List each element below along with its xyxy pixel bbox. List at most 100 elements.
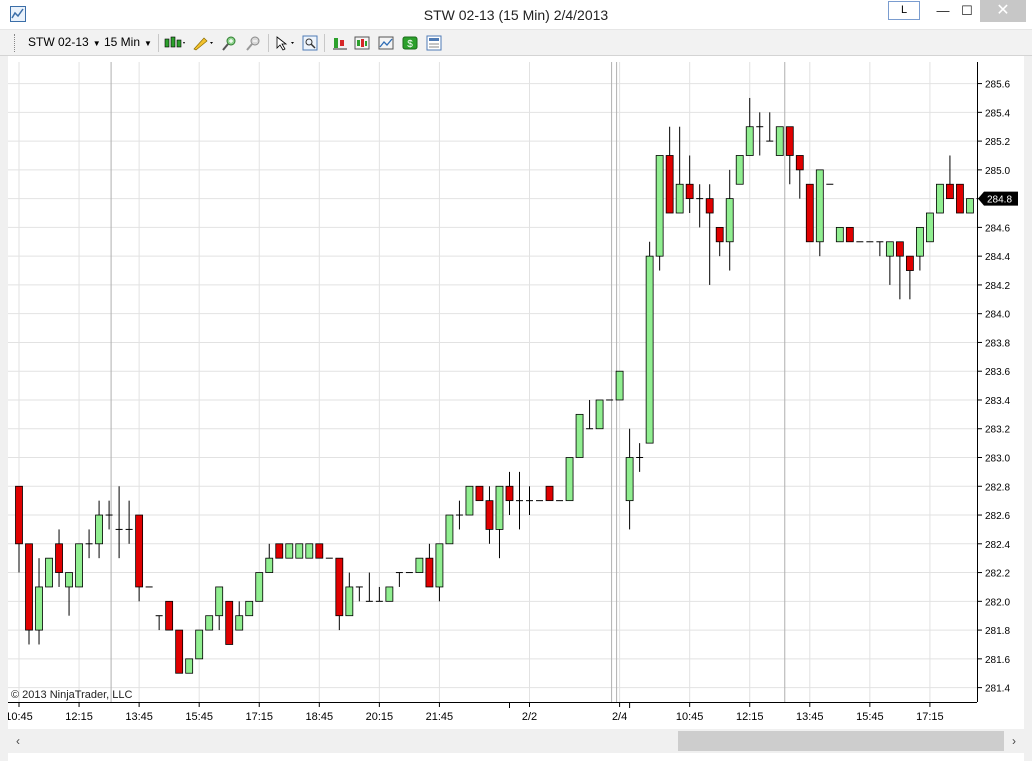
layout-icon[interactable] [426, 35, 442, 51]
candlestick [135, 514, 144, 602]
price-axis[interactable]: 285.6 285.4 285.2 285.0 284.8 284.6 284.4 284.2… [977, 62, 1024, 702]
candle-body [595, 399, 604, 430]
candle-body [575, 413, 584, 458]
candlestick [465, 485, 474, 516]
properties-icon[interactable] [302, 35, 318, 51]
candlestick [485, 486, 494, 544]
candle-body [315, 543, 324, 559]
time-tick-label: 17:15 [916, 711, 944, 723]
candlestick [795, 155, 804, 199]
candle-body [445, 514, 454, 545]
time-tick-label: 10:45 [8, 711, 33, 723]
candlestick [785, 126, 794, 185]
candle-body [845, 226, 854, 243]
candle-body [465, 485, 474, 516]
price-tick-label: 282.8 [985, 482, 1010, 493]
scroll-left-button[interactable]: ‹ [10, 731, 26, 751]
candlestick [936, 183, 944, 214]
candle-body [45, 557, 53, 588]
instrument-dropdown[interactable]: STW 02-13 ▼ [28, 35, 101, 49]
candle-body [65, 572, 73, 588]
interval-dropdown[interactable]: 15 Min ▼ [104, 35, 152, 49]
candlestick [916, 226, 924, 271]
horizontal-scrollbar[interactable]: ‹ › [8, 729, 1024, 753]
candle-body [835, 226, 844, 243]
strategies-icon[interactable] [332, 35, 348, 51]
time-tick-label: 2/4 [612, 711, 627, 723]
maximize-button[interactable]: ☐ [952, 0, 982, 22]
candle-body [415, 557, 424, 573]
close-button[interactable]: ✕ [980, 0, 1026, 22]
price-tick-label: 282.0 [985, 597, 1010, 608]
scroll-right-button[interactable]: › [1006, 731, 1022, 751]
candle-body [305, 543, 314, 559]
candlestick [165, 600, 174, 631]
candlestick [125, 500, 133, 544]
price-tick-label: 283.4 [985, 396, 1010, 407]
candle-body [25, 543, 33, 631]
candlestick [425, 543, 434, 588]
candlestick [775, 126, 784, 156]
candlestick [715, 226, 724, 257]
price-tick-label: 282.4 [985, 540, 1010, 551]
candlestick [625, 428, 634, 530]
pencil-icon[interactable] [192, 35, 214, 51]
candle-body [715, 226, 724, 243]
price-tick-label: 281.8 [985, 626, 1010, 637]
svg-text:$: $ [407, 39, 413, 50]
candle-body [35, 586, 43, 631]
candle-body [265, 557, 274, 573]
candlestick [885, 241, 894, 285]
toolbar-separator [158, 34, 159, 52]
candlestick [956, 183, 964, 214]
candlestick [315, 543, 324, 559]
candlestick [595, 399, 604, 430]
chart-trader-icon[interactable] [378, 35, 394, 51]
candlestick [705, 184, 714, 285]
candle-body [725, 198, 734, 243]
candle-body [185, 658, 194, 674]
candlestick [75, 543, 83, 588]
last-price-label: 284.8 [987, 195, 1012, 206]
candle-body [135, 514, 144, 588]
candle-body [245, 600, 254, 617]
zoom-out-icon[interactable] [246, 35, 262, 51]
candle-body [15, 485, 23, 545]
indicators-icon[interactable] [354, 35, 370, 51]
candlestick [926, 212, 934, 243]
candle-body [275, 543, 284, 559]
candlestick [966, 198, 974, 214]
candle-body [195, 629, 204, 660]
zoom-in-icon[interactable] [222, 35, 238, 51]
price-chart[interactable] [8, 62, 984, 702]
candle-body [885, 241, 894, 257]
link-button[interactable]: L [888, 1, 920, 20]
dollar-icon[interactable]: $ [402, 35, 418, 51]
candle-body [795, 155, 804, 171]
candlestick [665, 126, 674, 214]
chart-panel[interactable] [8, 62, 984, 702]
candle-body [335, 557, 344, 617]
candle-body [946, 183, 954, 200]
price-tick-label: 285.6 [985, 80, 1010, 91]
candle-body [205, 615, 214, 631]
price-tick-label: 284.6 [985, 223, 1010, 234]
candle-body [705, 198, 714, 214]
toolbar-grip[interactable] [14, 34, 16, 52]
pointer-icon[interactable] [274, 35, 296, 51]
candlestick [445, 514, 454, 545]
candle-body [435, 543, 444, 588]
candlestick-icon[interactable] [164, 35, 186, 51]
candlestick [946, 155, 954, 200]
chevron-down-icon: ▼ [144, 39, 152, 48]
candle-body [175, 629, 184, 674]
candlestick [85, 529, 93, 559]
scroll-thumb[interactable] [678, 731, 1004, 751]
candlestick [725, 169, 734, 271]
candlestick [255, 572, 264, 602]
candlestick [305, 543, 314, 559]
candle-body [805, 183, 814, 243]
candle-body [956, 183, 964, 214]
price-tick-label: 285.2 [985, 137, 1010, 148]
time-axis[interactable]: 10:45 12:15 13:45 15:45 17:15 18:45 20:15 21:45… [5, 702, 977, 728]
